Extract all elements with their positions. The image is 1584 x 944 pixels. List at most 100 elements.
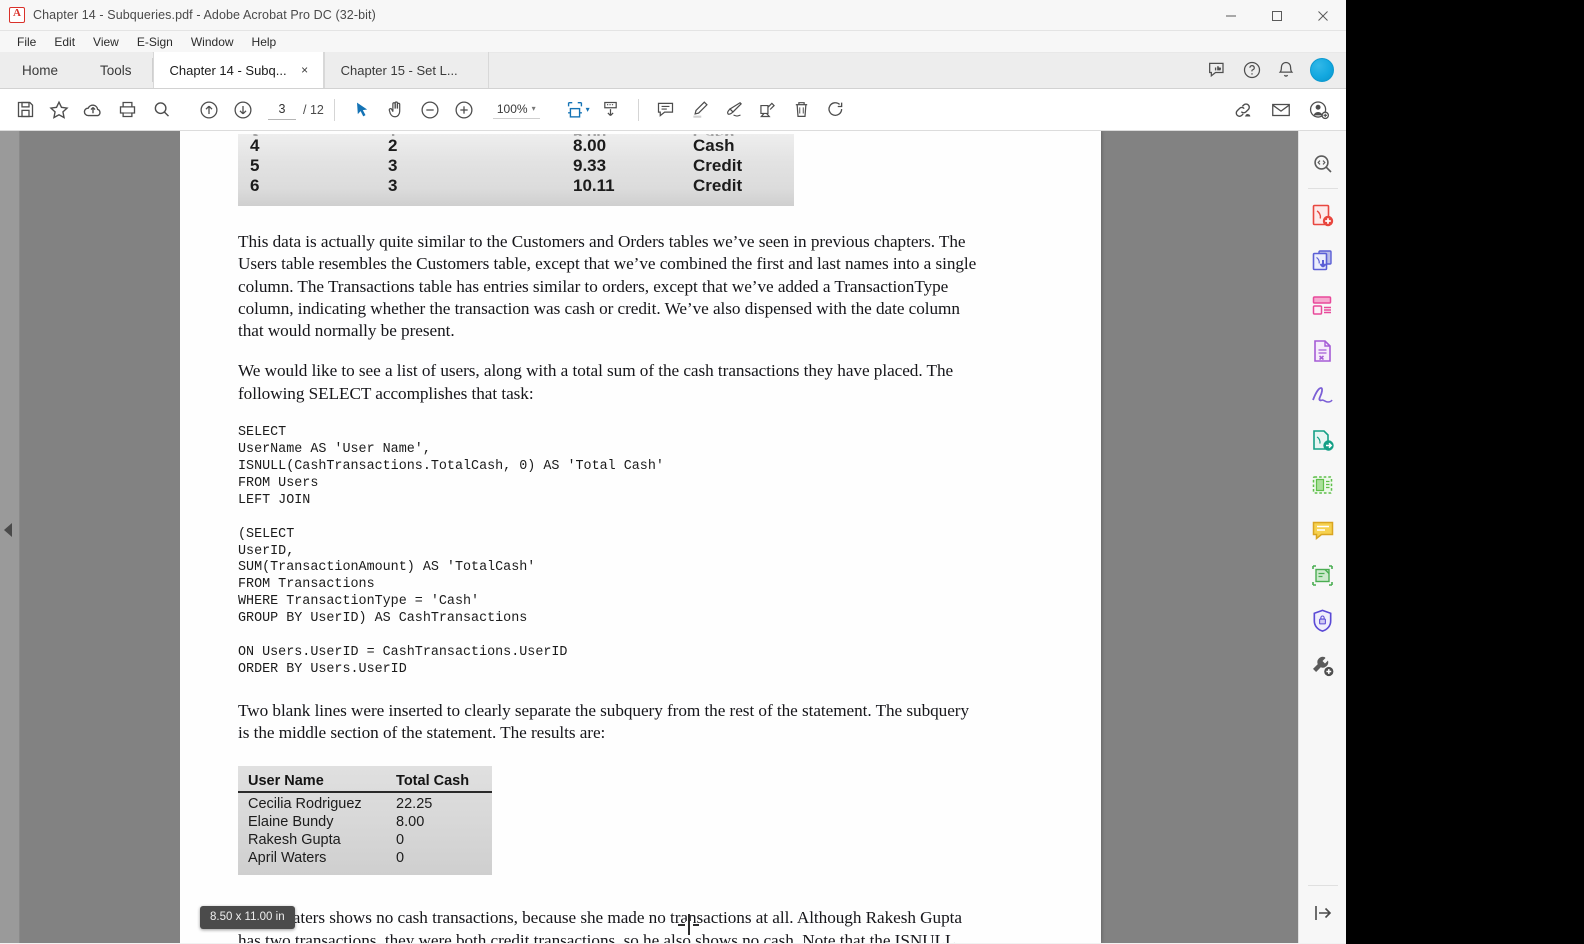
- cell-type: Cash: [693, 136, 735, 155]
- send-for-signature-icon[interactable]: [1303, 418, 1343, 463]
- menu-help[interactable]: Help: [243, 33, 286, 51]
- organize-pages-icon[interactable]: [1303, 283, 1343, 328]
- feedback-icon[interactable]: [1208, 60, 1228, 80]
- email-icon[interactable]: [1264, 93, 1298, 127]
- paragraph-blank-lines: Two blank lines were inserted to clearly…: [238, 700, 969, 743]
- menu-esign[interactable]: E-Sign: [128, 33, 182, 51]
- export-pdf-icon[interactable]: [1303, 238, 1343, 283]
- toolbar-divider: [333, 98, 335, 121]
- tab-close-icon[interactable]: ×: [297, 62, 313, 78]
- minimize-button[interactable]: [1208, 0, 1254, 31]
- hand-tool-icon[interactable]: [379, 93, 413, 127]
- tab-document-chapter-15[interactable]: Chapter 15 - Set L...: [323, 52, 489, 88]
- tab-document-chapter-14[interactable]: Chapter 14 - Subq... ×: [152, 52, 324, 88]
- tab-home[interactable]: Home: [0, 52, 81, 88]
- menu-file[interactable]: File: [8, 33, 45, 51]
- sql-code-block-1: SELECT UserName AS 'User Name', ISNULL(C…: [238, 425, 664, 508]
- add-person-icon[interactable]: [1302, 93, 1336, 127]
- edit-pdf-icon[interactable]: [1303, 328, 1343, 373]
- table-row: 4 2 8.00 Cash: [238, 136, 794, 156]
- search-icon[interactable]: [144, 93, 178, 127]
- delete-icon[interactable]: [785, 93, 819, 127]
- next-page-icon[interactable]: [226, 93, 260, 127]
- cell-user-name: April Waters: [248, 850, 327, 867]
- menu-bar: File Edit View E-Sign Window Help: [0, 31, 1346, 53]
- expand-left-panel-icon[interactable]: [4, 523, 12, 537]
- main-toolbar: / 12: [0, 89, 1346, 131]
- save-icon[interactable]: [8, 93, 42, 127]
- page-gutter-left: [20, 131, 180, 943]
- comment-icon[interactable]: [649, 93, 683, 127]
- results-table-header: User Name Total Cash: [238, 773, 492, 794]
- zoom-level-value: 100%: [496, 101, 528, 116]
- rotate-icon[interactable]: [819, 93, 853, 127]
- transactions-table-scan: 315.00Cash 4 2 8.00 Cash 5: [238, 134, 794, 206]
- more-tools-icon[interactable]: [1303, 643, 1343, 688]
- zoom-out-icon[interactable]: [413, 93, 447, 127]
- comment-panel-icon[interactable]: [1303, 508, 1343, 553]
- page-viewport[interactable]: 315.00Cash 4 2 8.00 Cash 5: [180, 131, 1328, 943]
- table-row: Cecilia Rodriguez 22.25: [238, 795, 492, 813]
- cell-user: 2: [388, 136, 398, 155]
- edit-stamp-icon[interactable]: [751, 93, 785, 127]
- menu-window[interactable]: Window: [182, 33, 243, 51]
- menu-edit[interactable]: Edit: [45, 33, 84, 51]
- highlight-icon[interactable]: [683, 93, 717, 127]
- prepare-form-icon[interactable]: [1303, 463, 1343, 508]
- results-table-scan: User Name Total Cash Cecilia Rodriguez 2…: [238, 766, 492, 876]
- star-favorite-icon[interactable]: [42, 93, 76, 127]
- create-pdf-icon[interactable]: [1303, 193, 1343, 238]
- cell-total-cash: 0: [396, 832, 405, 849]
- page-size-badge: 8.50 x 11.00 in: [200, 906, 295, 929]
- cell-user: 3: [388, 156, 398, 175]
- zoom-level-dropdown[interactable]: 100% ▾: [492, 101, 540, 119]
- title-bar: Chapter 14 - Subqueries.pdf - Adobe Acro…: [0, 0, 1346, 31]
- screen: Chapter 14 - Subqueries.pdf - Adobe Acro…: [0, 0, 1584, 944]
- protect-icon[interactable]: [1303, 598, 1343, 643]
- maximize-button[interactable]: [1254, 0, 1300, 31]
- table-row: Elaine Bundy 8.00: [238, 813, 492, 831]
- notification-bell-icon[interactable]: [1276, 60, 1296, 80]
- table-row: Rakesh Gupta 0: [238, 831, 492, 849]
- window-title: Chapter 14 - Subqueries.pdf - Adobe Acro…: [33, 8, 376, 22]
- page-number-input[interactable]: [268, 99, 296, 120]
- scan-and-ocr-icon[interactable]: [1303, 553, 1343, 598]
- left-panel-rail[interactable]: [0, 131, 20, 943]
- zoom-in-icon[interactable]: [447, 93, 481, 127]
- cell-user-name: Elaine Bundy: [248, 814, 334, 831]
- chevron-down-icon: ▾: [531, 104, 536, 113]
- table-row: 5 3 9.33 Credit: [238, 156, 794, 176]
- tab-tools[interactable]: Tools: [80, 52, 152, 88]
- desktop-background: [1346, 0, 1584, 944]
- tools-rail: [1298, 131, 1346, 943]
- acrobat-icon: [9, 6, 25, 23]
- cell-user-name: Rakesh Gupta: [248, 832, 341, 849]
- menu-view[interactable]: View: [84, 33, 128, 51]
- cell-amount: 8.00: [573, 136, 607, 155]
- pdf-page: 315.00Cash 4 2 8.00 Cash 5: [180, 131, 1101, 943]
- fit-page-chevron-icon[interactable]: ▾: [586, 105, 590, 114]
- draw-icon[interactable]: [717, 93, 751, 127]
- user-avatar[interactable]: [1310, 58, 1334, 82]
- help-icon[interactable]: [1242, 60, 1262, 80]
- expand-panel-icon[interactable]: [1303, 890, 1343, 935]
- page-scrolling-icon[interactable]: [594, 93, 628, 127]
- tab-strip-actions: [1208, 52, 1346, 88]
- document-area: 315.00Cash 4 2 8.00 Cash 5: [0, 131, 1346, 943]
- upload-cloud-icon[interactable]: [76, 93, 110, 127]
- close-button[interactable]: [1300, 0, 1346, 31]
- fill-and-sign-icon[interactable]: [1303, 373, 1343, 418]
- cell-amount: 9.33: [573, 156, 607, 175]
- sql-code-block-3: ON Users.UserID = CashTransactions.UserI…: [238, 645, 568, 677]
- previous-page-icon[interactable]: [192, 93, 226, 127]
- print-icon[interactable]: [110, 93, 144, 127]
- tab-label: Chapter 14 - Subq...: [169, 62, 287, 78]
- cell-user: 3: [388, 176, 398, 195]
- share-link-icon[interactable]: [1226, 93, 1260, 127]
- cell-type: Credit: [693, 176, 743, 195]
- acrobat-window: Chapter 14 - Subqueries.pdf - Adobe Acro…: [0, 0, 1346, 944]
- select-tool-icon[interactable]: [345, 93, 379, 127]
- column-header-user-name: User Name: [248, 773, 324, 790]
- search-document-icon[interactable]: [1303, 141, 1343, 186]
- sql-code-block-2: (SELECT UserID, SUM(TransactionAmount) A…: [238, 526, 536, 627]
